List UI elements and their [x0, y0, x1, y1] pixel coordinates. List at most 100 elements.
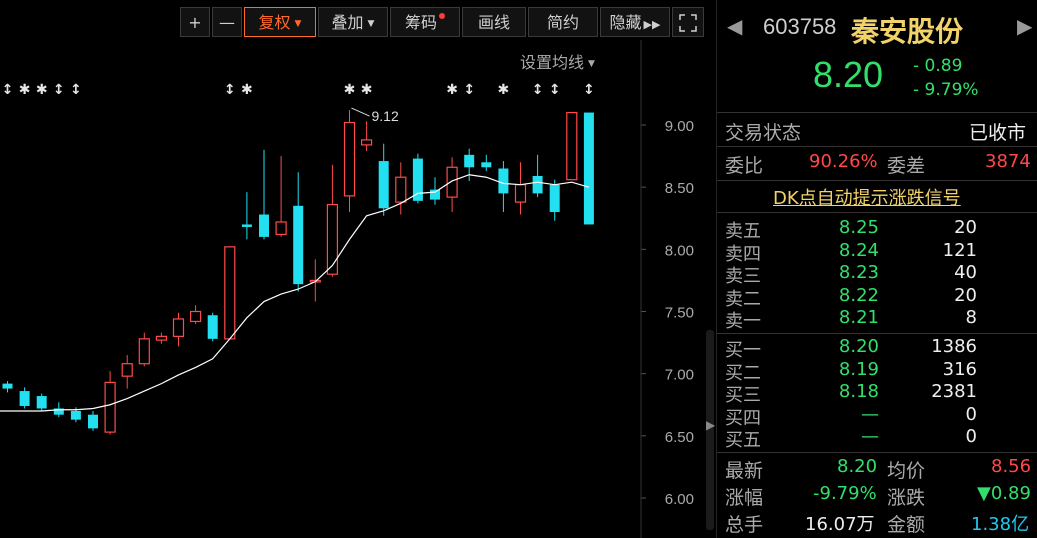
signal-marker-icon: ↕ [583, 82, 595, 98]
candle-body-up [566, 111, 578, 181]
candle-body-down [36, 396, 47, 409]
restore-rights-dropdown[interactable]: 复权 ▼ [244, 7, 316, 37]
overlay-label: 叠加 [331, 13, 364, 32]
notification-dot-icon [439, 13, 445, 19]
commission-ratio-label: 委比 [725, 155, 764, 177]
y-axis-tick-label: 6.00 [665, 491, 694, 508]
candle-body-down [207, 315, 218, 339]
commission-diff-value: 3874 [985, 151, 1031, 172]
buy-level-price: 8.20 [838, 336, 879, 357]
fullscreen-button[interactable] [672, 7, 704, 37]
candle-body-up [104, 381, 116, 433]
buy-level-volume: 2381 [931, 381, 977, 403]
high-price-annotation: 9.12 [372, 108, 399, 124]
overlay-dropdown[interactable]: 叠加 ▼ [318, 7, 388, 37]
zoom-in-button[interactable]: + [180, 7, 210, 37]
fullscreen-icon [679, 14, 697, 32]
y-axis-tick-label: 9.00 [665, 118, 694, 135]
candle-body-up [121, 363, 133, 377]
divider [717, 180, 1037, 181]
signal-marker-icon: ↕ [70, 82, 82, 98]
hide-label: 隐藏 [609, 13, 642, 32]
price-change: - 0.89 [913, 56, 963, 76]
candle-body-up [514, 184, 527, 203]
candle-body-down [549, 184, 560, 213]
buy-level-volume: 0 [965, 426, 977, 448]
signal-marker-icon: ✱ [361, 82, 373, 98]
y-axis-tick-label: 8.00 [665, 242, 694, 259]
candle-body-down [293, 205, 304, 285]
draw-line-button[interactable]: 画线 [462, 7, 526, 37]
quote-panel: ◀ 603758 秦安股份 ▶ 8.20 - 0.89 - 9.79% 交易状态… [716, 0, 1037, 538]
candle-body-down [498, 168, 509, 194]
sell-level-price: 8.23 [838, 262, 879, 284]
buy-level-label: 买五 [725, 430, 761, 452]
signal-marker-icon: ✱ [36, 82, 48, 98]
candle-body-down [378, 161, 389, 209]
avg-price-label: 均价 [887, 460, 926, 482]
ma-settings-label: 设置均线 [520, 53, 585, 72]
pct-change-value: -9.79% [813, 483, 877, 504]
kline-chart[interactable]: 9.00 8.50 8.00 7.50 7.00 6.50 6.00 ↕ ✱ ✱ ↕ ↕ ↕ ✱ ✱ ✱ ✱ ↕ ✱… [0, 0, 706, 538]
candle-body-up [190, 310, 202, 323]
candle-body-up [446, 166, 458, 198]
candle-body-up [275, 221, 287, 236]
signal-marker-icon: ✱ [241, 82, 253, 98]
candle-body-up [343, 121, 356, 197]
candle-body-down [464, 154, 475, 168]
candle-body-down [19, 391, 30, 406]
chips-label: 筹码 [404, 13, 437, 32]
y-axis-tick-label: 7.00 [665, 367, 694, 384]
current-price: 8.20 [813, 54, 884, 95]
signal-marker-icon: ✱ [446, 82, 458, 98]
simple-mode-button[interactable]: 简约 [528, 7, 598, 37]
buy-level-price: — [861, 403, 879, 425]
y-axis-tick-label: 8.50 [665, 180, 694, 197]
y-axis-tick-label: 7.50 [665, 305, 694, 322]
next-stock-arrow-icon[interactable]: ▶ [1017, 14, 1032, 38]
amount-label: 金额 [887, 514, 926, 536]
zoom-out-button[interactable]: — [212, 7, 242, 37]
sell-level-volume: 20 [954, 217, 977, 238]
candle-body-up [172, 318, 185, 337]
price-change-pct: - 9.79% [913, 80, 979, 100]
hide-button[interactable]: 隐藏 ▶▶ [600, 7, 670, 37]
prev-stock-arrow-icon[interactable]: ◀ [727, 14, 742, 38]
candle-body-down [2, 383, 13, 389]
candle-body-up [395, 176, 407, 203]
avg-price-value: 8.56 [991, 456, 1032, 477]
candle-body-down [430, 189, 440, 200]
latest-label: 最新 [725, 460, 764, 482]
buy-level-price: — [861, 426, 879, 448]
buy-level-volume: 0 [965, 403, 977, 425]
candle-body-up [138, 338, 150, 365]
candle-body-down [70, 410, 81, 420]
candle-body-up [224, 246, 236, 340]
candle-body-down [583, 112, 594, 225]
panel-splitter-arrow-icon[interactable]: ▶ [706, 418, 716, 432]
stock-code: 603758 [763, 14, 837, 39]
signal-marker-icon: ✱ [19, 82, 31, 98]
chips-button[interactable]: 筹码 [390, 7, 460, 37]
sell-level-price: 8.22 [838, 284, 879, 306]
sell-level-volume: 40 [954, 262, 977, 284]
dropdown-arrow-icon: ▼ [588, 58, 595, 69]
restore-rights-label: 复权 [258, 13, 291, 32]
candle-body-down [259, 214, 269, 237]
buy-level-price: 8.18 [838, 381, 879, 403]
dropdown-arrow-icon: ▼ [367, 18, 375, 29]
signal-marker-icon: ✱ [498, 82, 510, 98]
signal-marker-icon: ↕ [549, 82, 561, 98]
candle-body-up [326, 203, 338, 275]
divider [717, 452, 1037, 453]
kline-chart-pane[interactable]: 9.00 8.50 8.00 7.50 7.00 6.50 6.00 ↕ ✱ ✱ ↕ ↕ ↕ ✱ ✱ ✱ ✱ ↕ ✱… [0, 0, 706, 538]
divider [717, 333, 1037, 334]
candle-body-up [155, 335, 167, 341]
y-axis-tick-label: 6.50 [665, 429, 694, 446]
double-arrow-right-icon: ▶▶ [643, 18, 661, 31]
signal-marker-icon: ↕ [463, 82, 475, 98]
pct-change-label: 涨幅 [725, 487, 764, 509]
sell-level-volume: 121 [942, 239, 977, 261]
dk-signal-link[interactable]: DK点自动提示涨跌信号 [773, 184, 961, 210]
ma-settings-dropdown[interactable]: 设置均线 ▼ [520, 49, 595, 73]
